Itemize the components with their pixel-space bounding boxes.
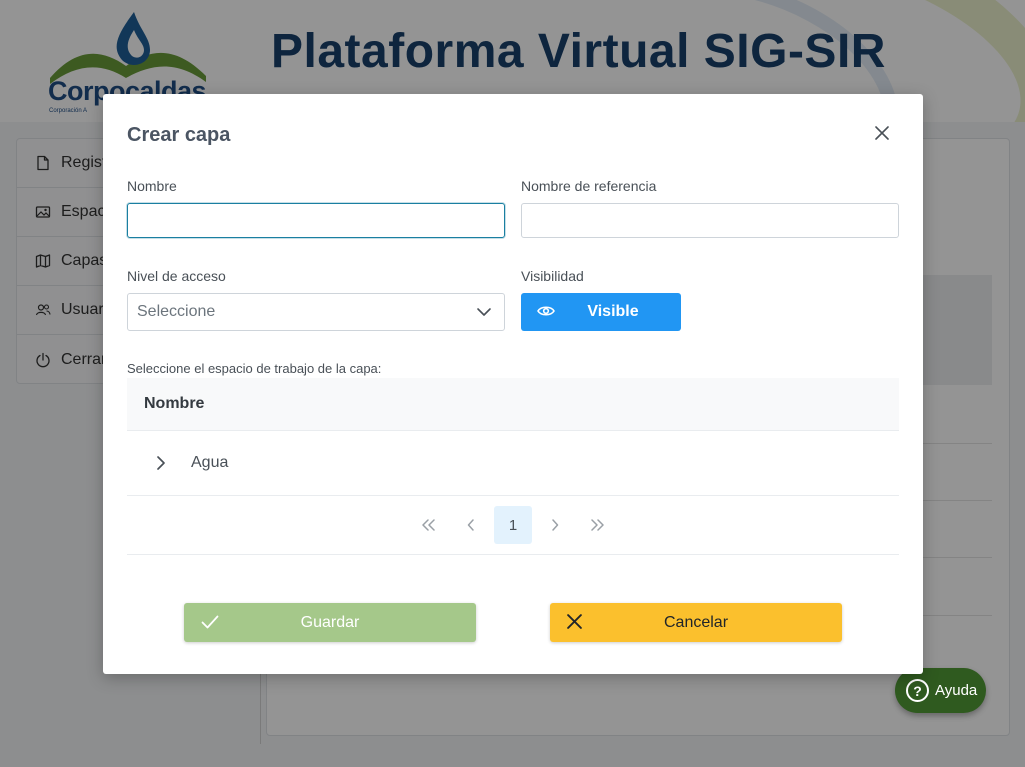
save-button-label: Guardar [300,613,360,631]
first-page-button[interactable] [410,506,448,544]
double-chevron-left-icon [422,519,435,531]
next-page-button[interactable] [536,506,574,544]
help-button[interactable]: ? Ayuda [895,668,986,713]
table-header: Nombre [127,378,899,431]
previous-page-button[interactable] [452,506,490,544]
name-input[interactable] [127,203,505,238]
visibility-toggle-button[interactable]: Visible [521,293,681,331]
chevron-right-icon [552,519,559,531]
question-icon: ? [906,679,929,702]
cancel-button[interactable]: Cancelar [550,603,842,642]
page-button-current[interactable]: 1 [494,506,532,544]
create-layer-dialog: Crear capa Nombre Nombre de referencia N… [103,94,923,674]
help-button-label: Ayuda [935,682,978,699]
row-name: Agua [191,454,229,471]
table-row[interactable]: Agua [127,431,899,496]
workspace-label: Seleccione el espacio de trabajo de la c… [127,361,382,376]
visibility-button-label: Visible [587,303,639,320]
chevron-right-icon [157,456,165,470]
chevron-down-icon [477,308,491,316]
column-header-name: Nombre [144,395,205,412]
last-page-button[interactable] [578,506,616,544]
access-level-label: Nivel de acceso [127,268,226,284]
access-level-value: Seleccione [137,303,216,320]
close-icon [875,126,889,140]
chevron-left-icon [467,519,474,531]
close-button[interactable] [871,122,893,144]
paginator: 1 [127,496,899,555]
reference-name-input[interactable] [521,203,899,238]
access-level-dropdown[interactable]: Seleccione [127,293,505,331]
visibility-label: Visibilidad [521,268,584,284]
save-button[interactable]: Guardar [184,603,476,642]
dialog-title: Crear capa [127,124,231,146]
row-expander[interactable] [151,453,171,473]
name-label: Nombre [127,178,177,194]
double-chevron-right-icon [591,519,604,531]
cancel-button-label: Cancelar [663,613,729,631]
reference-name-label: Nombre de referencia [521,178,657,194]
workspace-table: Nombre Agua [127,378,899,496]
